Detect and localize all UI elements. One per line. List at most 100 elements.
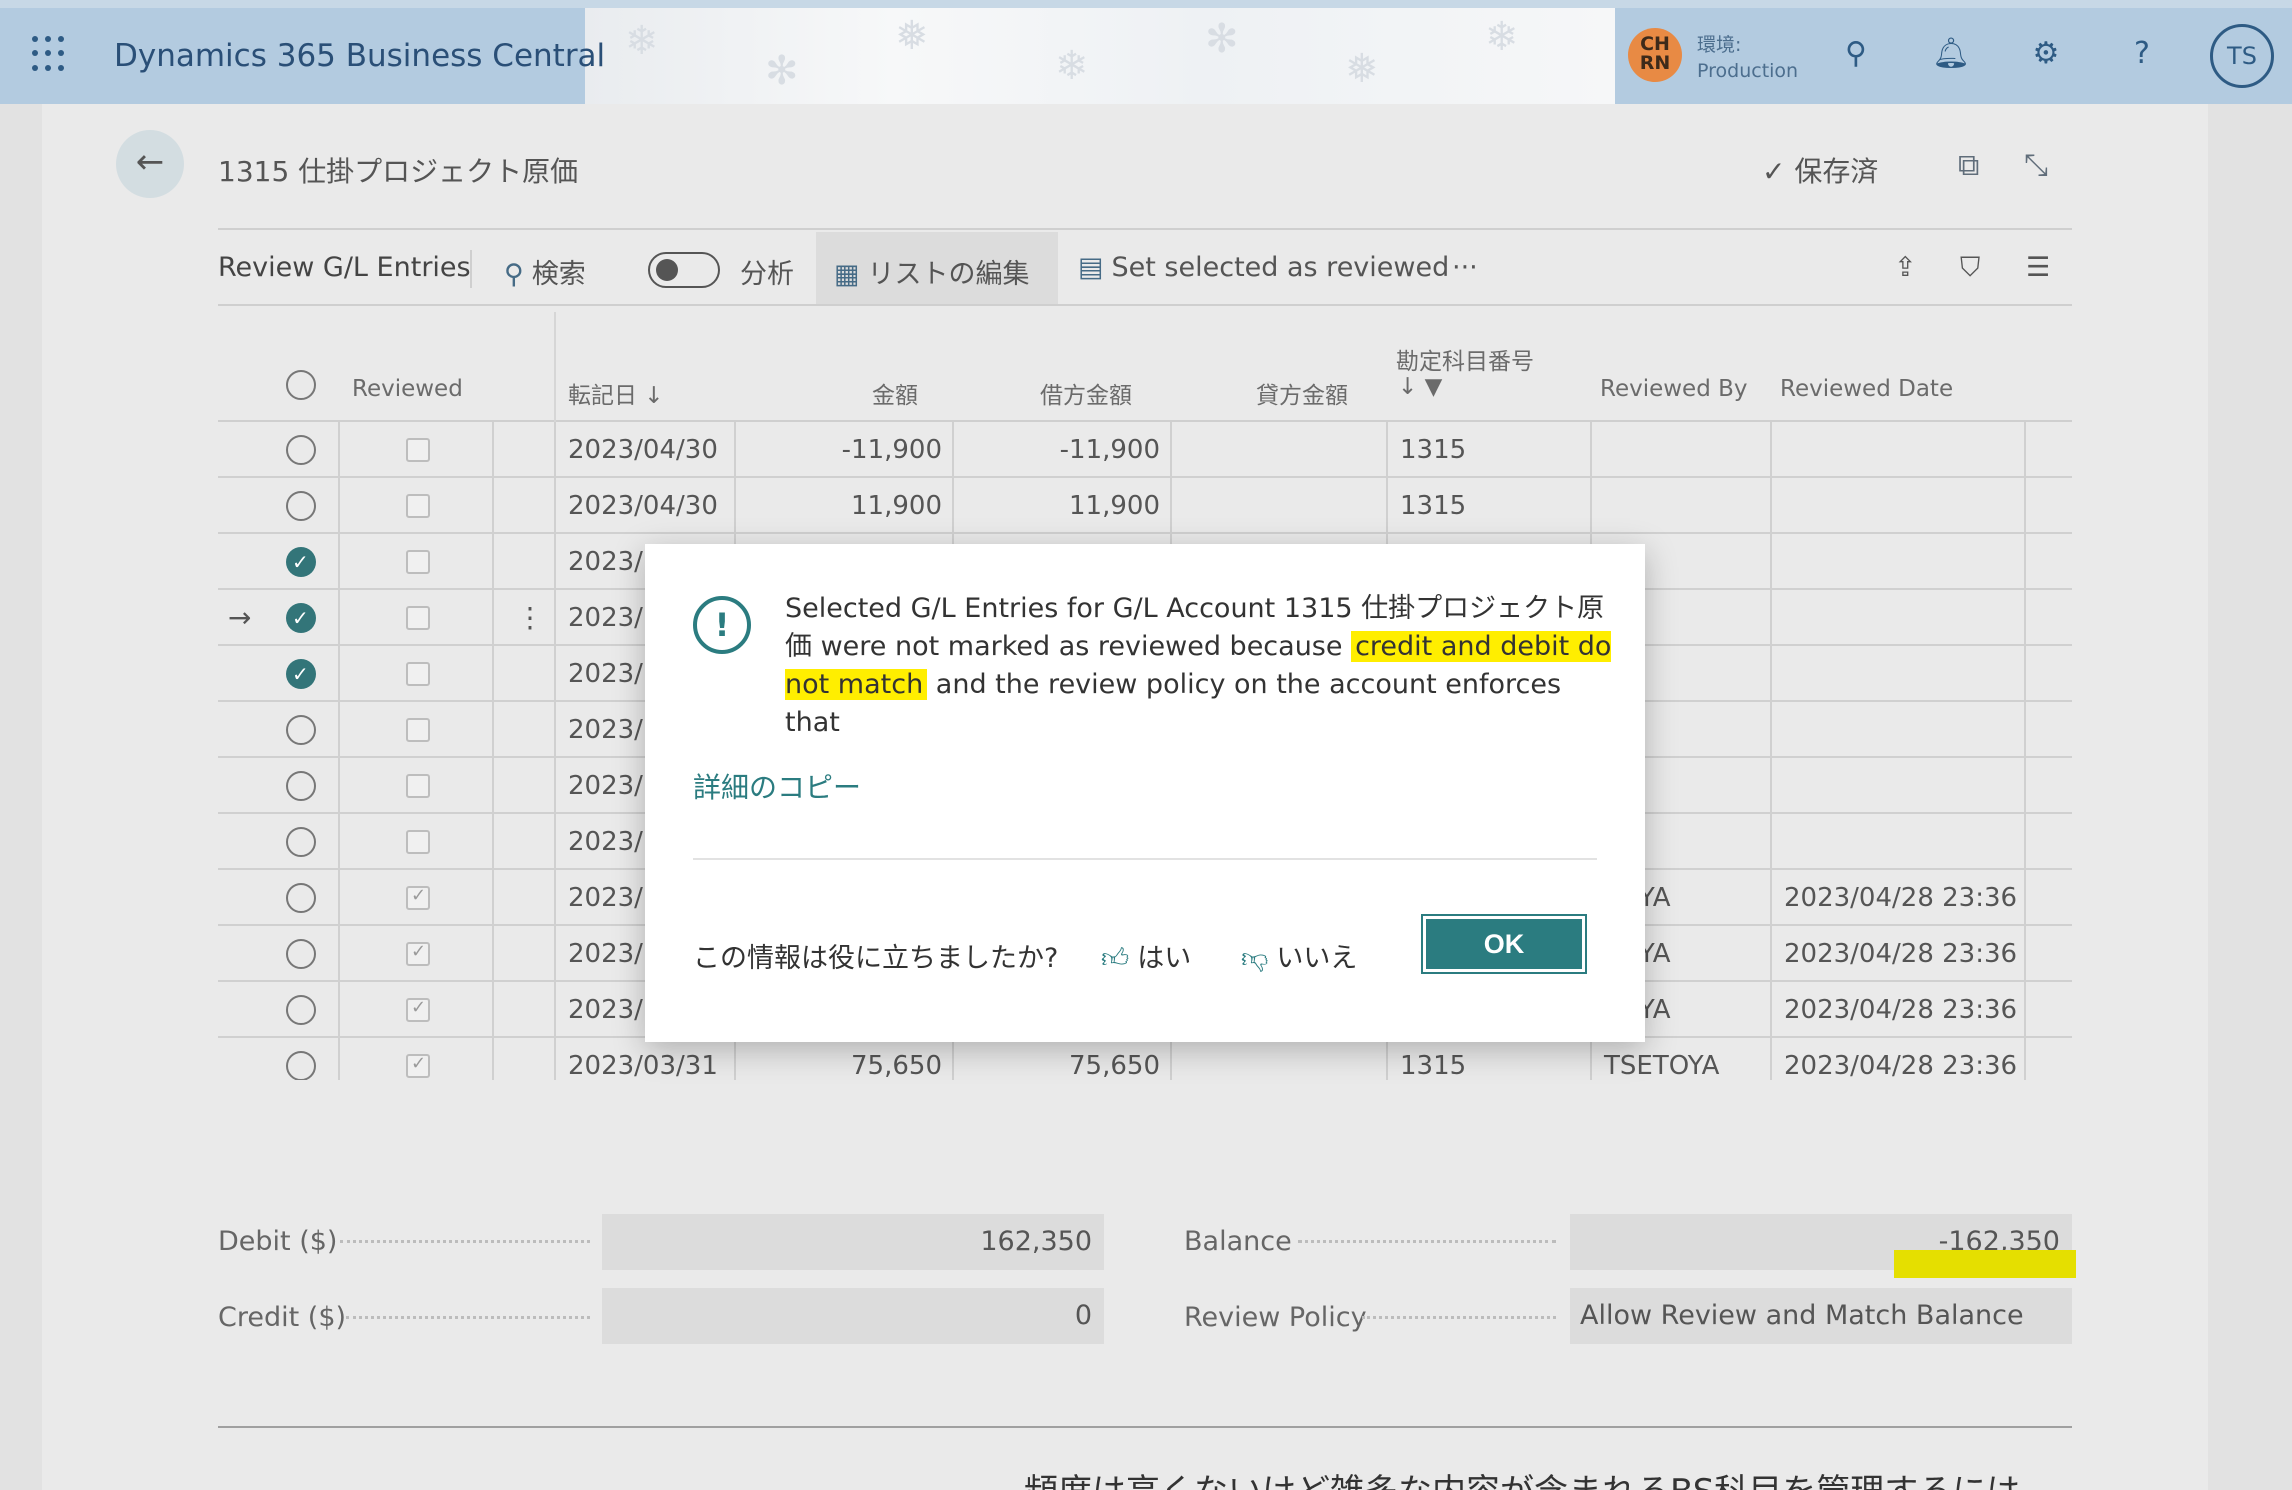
cell-divider	[338, 702, 340, 758]
cell-credit	[1170, 422, 1386, 478]
ok-button[interactable]: OK	[1421, 914, 1587, 974]
reviewed-checkbox[interactable]	[406, 941, 430, 966]
cell-amount: 11,900	[734, 478, 952, 534]
reviewed-checkbox[interactable]	[406, 997, 430, 1022]
snowflake-icon: ❄	[625, 18, 659, 64]
table-row[interactable]: 2023/04/30 11,900 11,900 1315	[218, 478, 2072, 534]
cell-divider	[492, 814, 494, 870]
filter-icon[interactable]: ⛉	[1960, 252, 1980, 284]
cell-account-no: 1315	[1386, 422, 1590, 478]
open-new-window-icon[interactable]: ⧉	[1958, 148, 1979, 183]
environment-label: 環境:	[1697, 34, 1742, 56]
cell-extra	[2024, 646, 2072, 702]
cell-divider	[492, 590, 494, 646]
cell-reviewed-by: TSETOYA	[1590, 1038, 1770, 1080]
reviewed-checkbox[interactable]	[406, 606, 430, 630]
row-select-radio[interactable]	[286, 547, 316, 577]
analysis-toggle[interactable]	[648, 252, 720, 288]
cell-reviewed-date	[1770, 534, 2024, 590]
row-select-radio[interactable]	[286, 435, 316, 465]
reviewed-checkbox[interactable]	[406, 830, 430, 854]
col-amount[interactable]: 金額	[872, 376, 918, 410]
row-select-radio[interactable]	[286, 659, 316, 689]
share-icon[interactable]: ⇪	[1894, 252, 1917, 283]
table-row[interactable]: 2023/04/30 -11,900 -11,900 1315	[218, 422, 2072, 478]
cell-amount: 75,650	[734, 1038, 952, 1080]
snowflake-icon: ❄	[1485, 14, 1519, 60]
reviewed-checkbox[interactable]	[406, 662, 430, 686]
back-button[interactable]: ←	[116, 130, 184, 198]
edit-list-button[interactable]: ▦ リストの編集	[834, 252, 1030, 291]
row-select-radio[interactable]	[286, 883, 316, 913]
analysis-label: 分析	[740, 259, 794, 290]
cell-reviewed-date	[1770, 758, 2024, 814]
collapse-icon[interactable]: ⤡	[2024, 148, 2048, 183]
avatar[interactable]: TS	[2210, 24, 2274, 88]
set-selected-reviewed-button[interactable]: ▤ Set selected as reviewed	[1078, 252, 1449, 283]
col-account-no[interactable]: 勘定科目番号	[1396, 342, 1534, 376]
row-actions-button[interactable]: ⋮	[516, 590, 544, 646]
action-bar-title: Review G/L Entries	[218, 252, 471, 283]
feedback-yes-button[interactable]: 👍︎ はい	[1101, 936, 1191, 975]
search-button[interactable]: ⚲ 検索	[504, 252, 586, 291]
search-icon[interactable]: ⚲	[1838, 36, 1874, 72]
feedback-no-button[interactable]: 👎︎ いいえ	[1241, 936, 1357, 975]
reviewed-checkbox[interactable]	[406, 718, 430, 742]
cell-divider	[492, 1038, 494, 1080]
snowflake-icon: ✻	[765, 48, 799, 94]
gear-icon[interactable]: ⚙	[2028, 36, 2064, 72]
cell-divider	[338, 1038, 340, 1080]
environment-value: Production	[1697, 60, 1799, 82]
reviewed-checkbox[interactable]	[406, 550, 430, 574]
select-all-radio[interactable]	[286, 370, 316, 400]
saved-label: 保存済	[1794, 155, 1879, 188]
cell-extra	[2024, 758, 2072, 814]
col-reviewed-by[interactable]: Reviewed By	[1600, 376, 1748, 402]
row-select-radio[interactable]	[286, 939, 316, 969]
leader-dots	[340, 1240, 590, 1243]
reviewed-checkbox[interactable]	[406, 1053, 430, 1078]
reviewed-checkbox[interactable]	[406, 494, 430, 518]
cell-debit: -11,900	[952, 422, 1170, 478]
more-actions-button[interactable]: ···	[1452, 252, 1478, 283]
cell-extra	[2024, 478, 2072, 534]
cell-extra	[2024, 534, 2072, 590]
review-policy-value[interactable]: Allow Review and Match Balance	[1570, 1288, 2072, 1344]
row-select-radio[interactable]	[286, 995, 316, 1025]
col-credit[interactable]: 貸方金額	[1256, 376, 1348, 410]
col-reviewed[interactable]: Reviewed	[352, 376, 463, 402]
row-select-radio[interactable]	[286, 1051, 316, 1080]
reviewed-checkbox[interactable]	[406, 885, 430, 910]
sort-filter-icon: ↓ ▼	[1398, 374, 1443, 400]
cell-reviewed-date	[1770, 478, 2024, 534]
environment-badge[interactable]: CH RN	[1628, 28, 1682, 82]
reviewed-checkbox[interactable]	[406, 774, 430, 798]
row-select-radio[interactable]	[286, 603, 316, 633]
copy-details-link[interactable]: 詳細のコピー	[693, 766, 861, 806]
col-posting-date[interactable]: 転記日 ↓	[568, 376, 664, 410]
right-background	[2208, 104, 2292, 1490]
app-title[interactable]: Dynamics 365 Business Central	[114, 38, 605, 74]
leader-dots	[1298, 1240, 1556, 1243]
row-select-radio[interactable]	[286, 491, 316, 521]
cell-reviewed-by	[1590, 478, 1770, 534]
cell-divider	[338, 478, 340, 534]
cell-divider	[492, 534, 494, 590]
cell-divider	[338, 814, 340, 870]
help-icon[interactable]: ?	[2124, 36, 2160, 72]
cell-reviewed-date	[1770, 646, 2024, 702]
col-debit[interactable]: 借方金額	[1040, 376, 1132, 410]
reviewed-checkbox[interactable]	[406, 438, 430, 462]
col-reviewed-date[interactable]: Reviewed Date	[1780, 376, 1953, 402]
row-select-radio[interactable]	[286, 827, 316, 857]
row-select-radio[interactable]	[286, 771, 316, 801]
current-row-arrow-icon: →	[228, 601, 252, 634]
list-view-icon[interactable]: ☰	[2026, 252, 2050, 283]
table-row[interactable]: 2023/03/3175,65075,6501315TSETOYA2023/04…	[218, 1038, 2072, 1080]
cell-extra	[2024, 590, 2072, 646]
cell-reviewed-date	[1770, 814, 2024, 870]
app-launcher-icon[interactable]	[32, 36, 68, 72]
row-select-radio[interactable]	[286, 715, 316, 745]
cell-divider	[492, 702, 494, 758]
bell-icon[interactable]: 🔔︎	[1932, 36, 1970, 72]
